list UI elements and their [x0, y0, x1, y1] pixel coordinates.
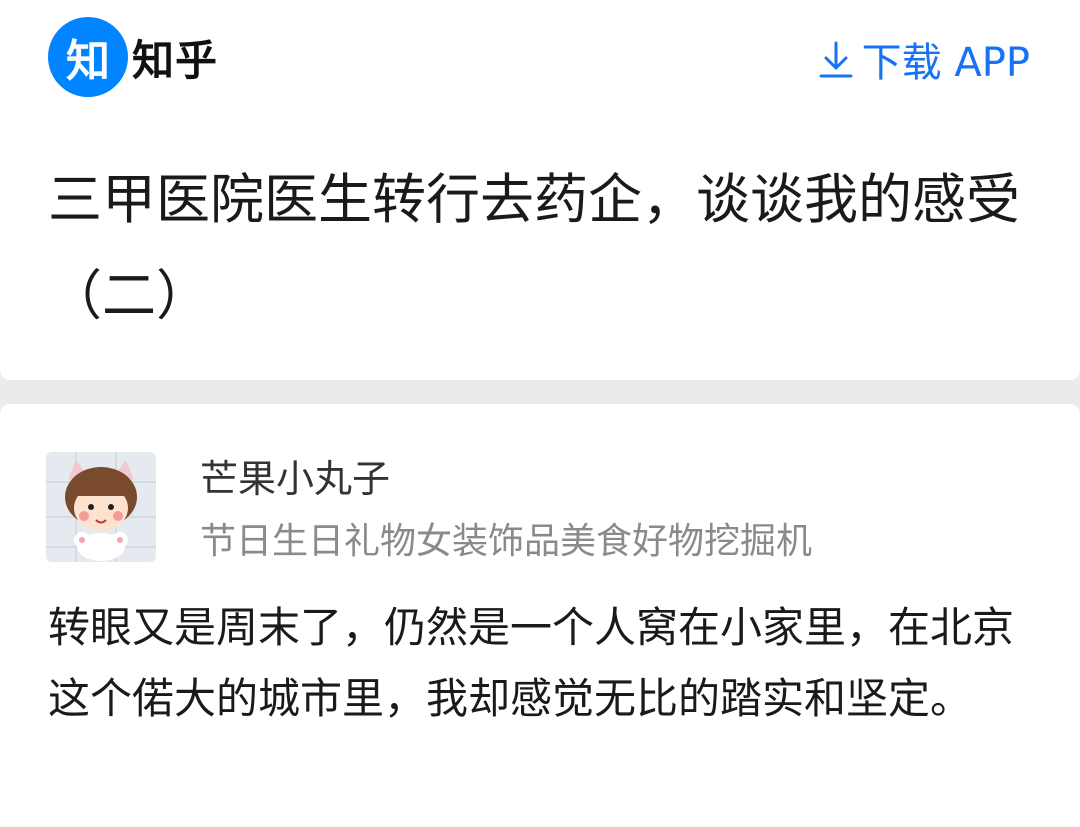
avatar-image [46, 452, 156, 562]
answer-card: 芒果小丸子 节日生日礼物女装饰品美食好物挖掘机 转眼又是周末了，仍然是一个人窝在… [0, 404, 1080, 827]
download-icon [819, 41, 853, 78]
author-name[interactable]: 芒果小丸子 [200, 448, 390, 503]
logo-icon: 知 [48, 17, 128, 97]
app-name: 知乎 [132, 35, 219, 85]
question-card[interactable]: 三甲医院医生转行去药企，谈谈我的感受（二） [0, 122, 1080, 380]
question-title[interactable]: 三甲医院医生转行去药企，谈谈我的感受（二） [48, 152, 1038, 344]
author-bio: 节日生日礼物女装饰品美食好物挖掘机 [200, 521, 813, 562]
logo-char: 知 [66, 36, 110, 87]
top-bar: 知 知乎 下载 APP [0, 0, 1080, 123]
download-app-button[interactable]: 下载 APP [818, 30, 1030, 88]
answer-content[interactable]: 转眼又是周末了，仍然是一个人窝在小家里，在北京这个偌大的城市里，我却感觉无比的踏… [48, 592, 1033, 734]
download-label: 下载 APP [861, 40, 1030, 86]
zhihu-logo[interactable]: 知 知乎 [48, 17, 218, 97]
avatar[interactable] [46, 452, 156, 562]
